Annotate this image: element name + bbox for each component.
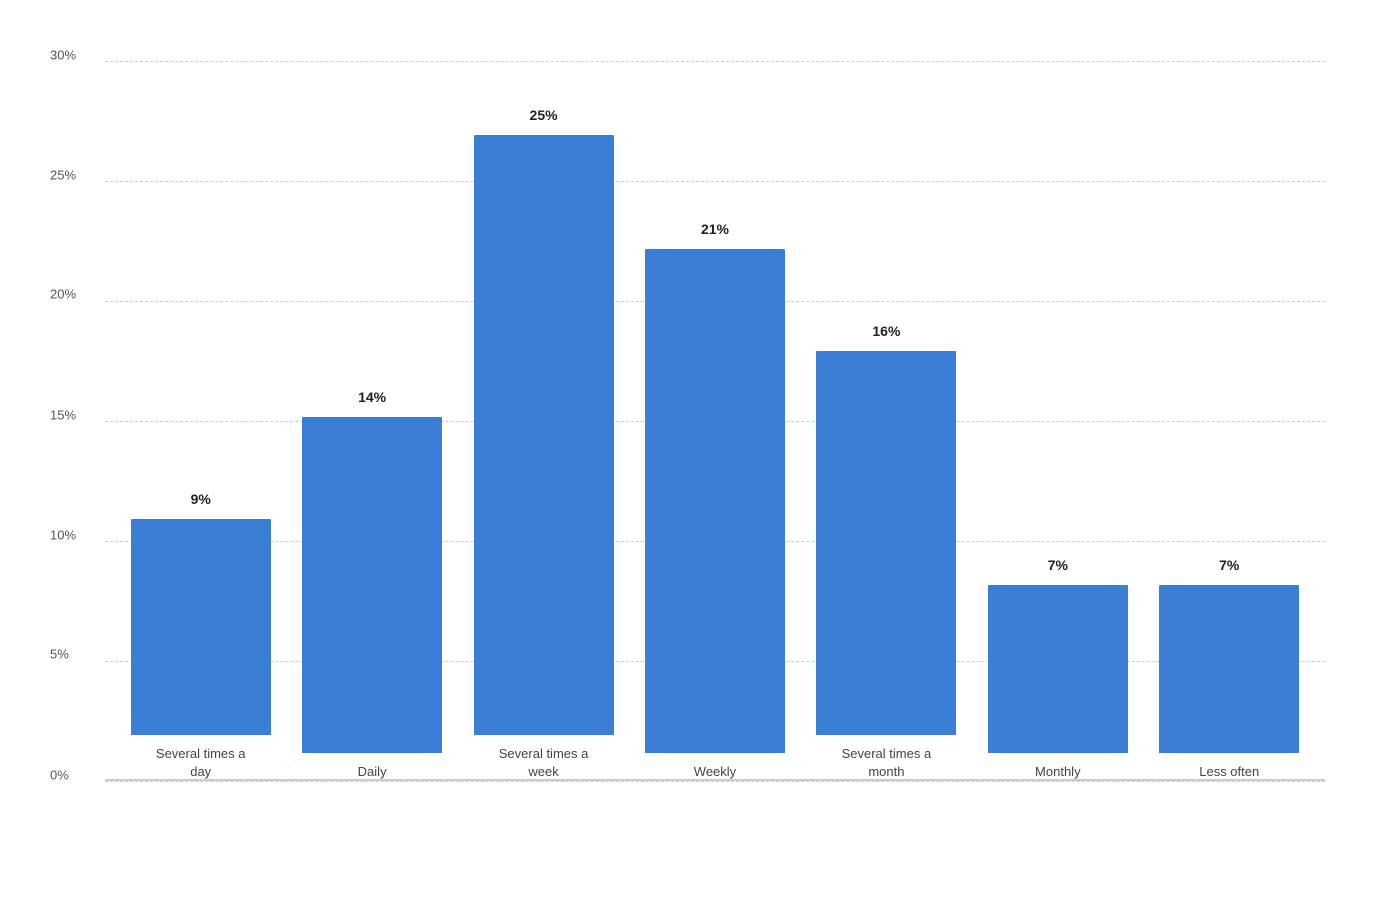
bars-wrapper: 9%Several times aday14%Daily25%Several t…	[105, 61, 1325, 781]
grid-line: 0%	[105, 781, 1325, 782]
bar: 14%	[302, 417, 442, 753]
bar-group: 7%Monthly	[972, 61, 1143, 781]
bar-group: 25% Several times aweek	[458, 61, 629, 781]
bar-group: 9% Several times aday	[115, 61, 286, 781]
bar-value-label: 9%	[191, 491, 211, 507]
bar: 7%	[1159, 585, 1299, 753]
x-axis-label: Several times amonth	[842, 745, 932, 781]
bar: 21%	[645, 249, 785, 753]
bar-group: 14%Daily	[286, 61, 457, 781]
chart-container: 30% 25% 20% 15% 10% 5% 0% 9% Several times aday…	[25, 21, 1365, 901]
x-axis-label: Several times aday	[156, 745, 246, 781]
y-tick-label: 10%	[50, 527, 76, 542]
y-tick-label: 25%	[50, 167, 76, 182]
bar-value-label: 7%	[1219, 557, 1239, 573]
y-tick-label: 15%	[50, 407, 76, 422]
y-tick-label: 5%	[50, 647, 69, 662]
bar-value-label: 25%	[530, 107, 558, 123]
bar: 25%	[474, 135, 614, 735]
x-axis-label: Several times aweek	[499, 745, 589, 781]
bar: 9%	[131, 519, 271, 735]
bar-value-label: 16%	[872, 323, 900, 339]
x-axis-line	[105, 779, 1325, 781]
bar-value-label: 14%	[358, 389, 386, 405]
bar-group: 16% Several times amonth	[801, 61, 972, 781]
chart-area: 30%25%20%15%10%5%0% 9%Several times aday…	[105, 61, 1325, 781]
bar-group: 21%Weekly	[629, 61, 800, 781]
y-tick-label: 0%	[50, 767, 69, 782]
bar-value-label: 7%	[1048, 557, 1068, 573]
bar-value-label: 21%	[701, 221, 729, 237]
bar: 16%	[816, 351, 956, 735]
y-tick-label: 20%	[50, 287, 76, 302]
bar: 7%	[988, 585, 1128, 753]
bar-group: 7%Less often	[1144, 61, 1315, 781]
y-tick-label: 30%	[50, 47, 76, 62]
